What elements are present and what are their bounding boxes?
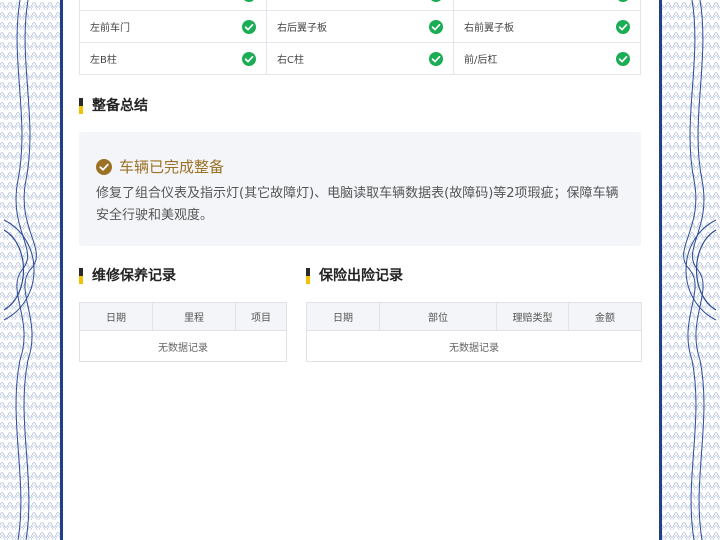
summary-status-text: 车辆已完成整备 xyxy=(119,158,225,176)
column-header: 金额 xyxy=(568,302,642,331)
check-circle-icon xyxy=(429,51,443,66)
check-circle-icon xyxy=(242,19,256,34)
check-circle-icon xyxy=(616,51,630,66)
section-marker xyxy=(306,268,310,284)
inspection-item-label: 右C柱 xyxy=(277,55,304,66)
empty-state-text: 无数据记录 xyxy=(306,330,642,362)
table-row: 无数据记录 xyxy=(79,330,287,362)
inspection-grid: 左前车门 右后翼子板 右前翼子板左B柱 右C柱 前/后杠 xyxy=(79,0,641,75)
inspection-cell xyxy=(79,0,267,11)
inspection-cell: 右C柱 xyxy=(266,42,454,75)
inspection-cell xyxy=(453,0,641,11)
check-circle-icon xyxy=(429,19,443,34)
column-header: 里程 xyxy=(152,302,236,331)
column-header: 理赔类型 xyxy=(496,302,569,331)
maintenance-section-title: 维修保养记录 xyxy=(79,268,176,284)
left-guilloche-border xyxy=(0,0,62,540)
check-circle-icon xyxy=(616,19,630,34)
summary-description: 修复了组合仪表及指示灯(其它故障灯)、电脑读取车辆数据表(故障码)等2项瑕疵；保… xyxy=(96,186,619,223)
inspection-cell: 左B柱 xyxy=(79,42,267,75)
table-row: 无数据记录 xyxy=(306,330,642,362)
table-row xyxy=(79,0,641,11)
right-frame-line xyxy=(659,0,662,540)
inspection-item-label: 右后翼子板 xyxy=(277,23,327,34)
section-marker xyxy=(79,98,83,114)
inspection-item-label: 左前车门 xyxy=(90,23,130,34)
inspection-cell: 左前车门 xyxy=(79,10,267,43)
check-circle-icon xyxy=(431,0,441,2)
check-circle-icon xyxy=(96,158,112,175)
table-header-row: 日期 里程 项目 xyxy=(79,302,287,331)
check-circle-icon xyxy=(244,0,254,2)
inspection-item-label: 左B柱 xyxy=(90,55,117,66)
summary-section-title: 整备总结 xyxy=(79,98,148,114)
inspection-item-label: 右前翼子板 xyxy=(464,23,514,34)
summary-card: 车辆已完成整备 修复了组合仪表及指示灯(其它故障灯)、电脑读取车辆数据表(故障码… xyxy=(79,132,641,246)
inspection-cell: 右后翼子板 xyxy=(266,10,454,43)
left-frame-line xyxy=(60,0,63,540)
table-row: 左B柱 右C柱 前/后杠 xyxy=(79,42,641,75)
column-header: 部位 xyxy=(379,302,497,331)
inspection-cell xyxy=(266,0,454,11)
column-header: 项目 xyxy=(235,302,287,331)
column-header: 日期 xyxy=(306,302,380,331)
inspection-cell: 前/后杠 xyxy=(453,42,641,75)
table-header-row: 日期 部位 理赔类型 金额 xyxy=(306,302,642,331)
table-row: 左前车门 右后翼子板 右前翼子板 xyxy=(79,10,641,43)
check-circle-icon xyxy=(618,0,628,2)
section-marker xyxy=(79,268,83,284)
maintenance-table: 日期 里程 项目 无数据记录 xyxy=(79,302,287,362)
inspection-cell: 右前翼子板 xyxy=(453,10,641,43)
insurance-section-title: 保险出险记录 xyxy=(306,268,403,284)
insurance-table: 日期 部位 理赔类型 金额 无数据记录 xyxy=(306,302,642,362)
check-circle-icon xyxy=(242,51,256,66)
right-guilloche-border xyxy=(658,0,720,540)
report-content: 左前车门 右后翼子板 右前翼子板左B柱 右C柱 前/后杠 整备总结 车辆已完成整备 修复… xyxy=(79,0,642,540)
inspection-item-label: 前/后杠 xyxy=(464,55,498,66)
summary-status: 车辆已完成整备 xyxy=(96,156,224,177)
empty-state-text: 无数据记录 xyxy=(79,330,287,362)
column-header: 日期 xyxy=(79,302,153,331)
